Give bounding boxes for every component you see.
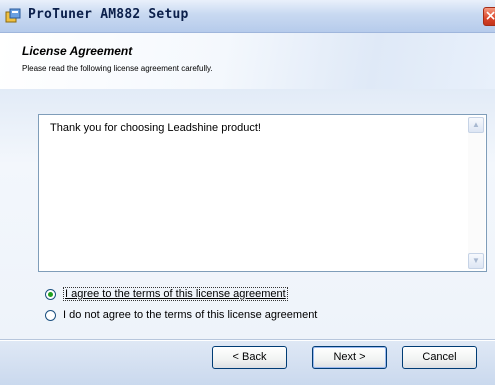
license-text: Thank you for choosing Leadshine product…	[50, 122, 261, 134]
setup-window: ProTuner AM882 Setup License Agreement P…	[0, 0, 495, 385]
setup-icon	[5, 8, 21, 23]
back-button[interactable]: < Back	[212, 346, 287, 369]
close-button[interactable]	[483, 7, 495, 26]
disagree-radio[interactable]	[45, 309, 56, 321]
agree-option[interactable]: I agree to the terms of this license agr…	[45, 286, 288, 302]
page-header: License Agreement Please read the follow…	[0, 33, 495, 89]
cancel-button[interactable]: Cancel	[402, 346, 477, 369]
button-bar: < Back Next > Cancel	[0, 341, 495, 385]
close-icon	[486, 11, 495, 20]
page-subtitle: Please read the following license agreem…	[22, 64, 213, 73]
title-bar[interactable]: ProTuner AM882 Setup	[0, 0, 495, 33]
page-title: License Agreement	[22, 44, 133, 58]
agree-label[interactable]: I agree to the terms of this license agr…	[63, 287, 288, 301]
license-scrollbar[interactable]: ▲ ▼	[468, 117, 485, 269]
scroll-up-arrow-icon[interactable]: ▲	[468, 117, 484, 133]
scroll-down-arrow-icon[interactable]: ▼	[468, 253, 484, 269]
agree-radio[interactable]	[45, 288, 56, 300]
disagree-label[interactable]: I do not agree to the terms of this lice…	[63, 309, 317, 321]
license-text-area[interactable]: Thank you for choosing Leadshine product…	[38, 114, 487, 272]
content-area: Thank you for choosing Leadshine product…	[0, 89, 495, 339]
disagree-option[interactable]: I do not agree to the terms of this lice…	[45, 307, 317, 323]
next-button[interactable]: Next >	[312, 346, 387, 369]
window-title: ProTuner AM882 Setup	[28, 7, 189, 22]
